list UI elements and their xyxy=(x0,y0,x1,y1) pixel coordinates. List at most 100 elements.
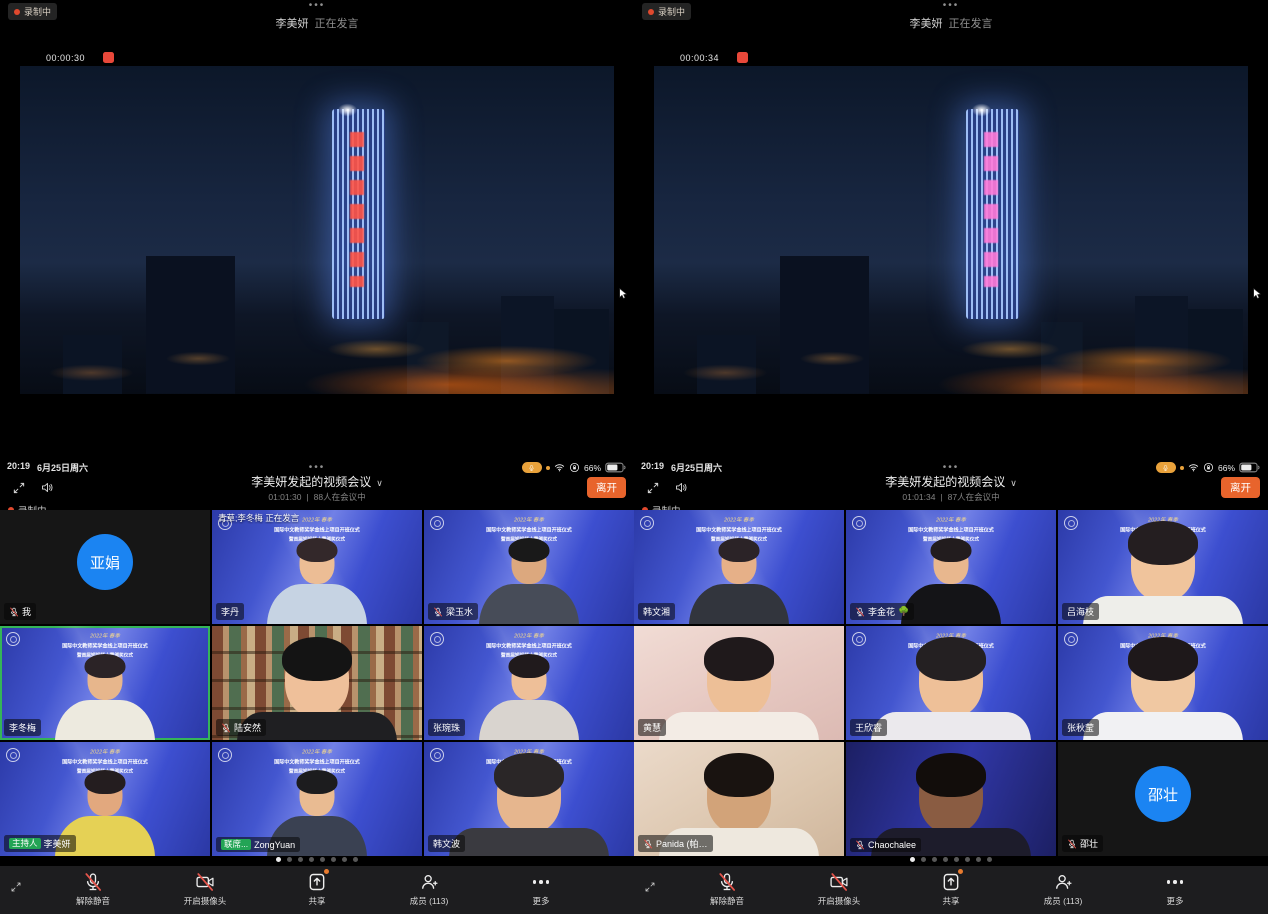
battery-percent: 66% xyxy=(584,463,601,473)
meeting-title-block[interactable]: 李美妍发起的视频会议∨ 01:01:34|87人在会议中 xyxy=(634,473,1268,503)
bottom-toolbar: 解除静音 开启摄像头 共享 成员 (113) 更多 xyxy=(0,866,634,914)
recording-badge[interactable]: 录制中 xyxy=(8,3,57,20)
mouse-cursor-icon xyxy=(617,286,630,301)
mic-muted-icon xyxy=(1067,839,1077,849)
participant-tile[interactable]: 2022年 春季国际中文教师奖学金线上项目开班仪式暨首届短视频大赛颁奖仪式 韩文… xyxy=(634,510,844,624)
collapse-toolbar-icon[interactable] xyxy=(644,881,656,893)
mic-muted-icon xyxy=(83,872,103,892)
participants-count: 88人在会议中 xyxy=(314,492,366,502)
participant-nameplate: 张秋莹 xyxy=(1062,719,1099,736)
mic-in-use-pill xyxy=(1156,462,1176,473)
participant-nameplate: 张琬珠 xyxy=(428,719,465,736)
participant-tile[interactable]: 2022年 春季国际中文教师奖学金线上项目开班仪式暨首届短视频大赛颁奖仪式 李金… xyxy=(846,510,1056,624)
participant-name: Chaochalee xyxy=(868,840,916,850)
participant-tile-active-speaker[interactable]: 2022年 春季国际中文教师奖学金线上项目开班仪式暨首届短视频大赛颁奖仪式 李冬… xyxy=(0,626,210,740)
participant-tile[interactable]: 2022年 春季国际中文教师奖学金线上项目开班仪式暨首届短视频大赛颁奖仪式 张琬… xyxy=(424,626,634,740)
share-button[interactable]: 共享 xyxy=(261,872,373,914)
participant-nameplate: Chaochalee xyxy=(850,838,921,852)
participant-tile[interactable]: 2022年 春季国际中文教师奖学金线上项目开班仪式暨首届短视频大赛颁奖仪式 吕海… xyxy=(1058,510,1268,624)
participant-name: 黄慧 xyxy=(643,721,661,734)
shared-screen-video[interactable] xyxy=(654,66,1248,394)
participant-tile[interactable]: 2022年 春季国际中文教师奖学金线上项目开班仪式暨首届短视频大赛颁奖仪式 王欣… xyxy=(846,626,1056,740)
participant-name: 梁玉水 xyxy=(446,605,473,618)
status-date: 6月25日周六 xyxy=(37,461,88,474)
more-button[interactable]: 更多 xyxy=(1119,872,1231,914)
page-dots[interactable] xyxy=(0,857,634,862)
share-active-dot xyxy=(958,869,963,874)
participant-tile-cohost[interactable]: 2022年 春季国际中文教师奖学金线上项目开班仪式暨首届短视频大赛颁奖仪式 联席… xyxy=(212,742,422,856)
mic-muted-icon xyxy=(9,607,19,617)
camera-on-button[interactable]: 开启摄像头 xyxy=(149,872,261,914)
shared-screen-video[interactable] xyxy=(20,66,614,394)
more-dots-icon xyxy=(533,872,550,892)
meeting-screen-left: 录制中 ••• 李美妍正在发言 00:00:30 20:196月25日周六 ••… xyxy=(0,0,634,914)
speaker-status: 正在发言 xyxy=(315,18,359,30)
chevron-down-icon: ∨ xyxy=(1010,478,1017,488)
meeting-title-block[interactable]: 李美妍发起的视频会议∨ 01:01:30|88人在会议中 xyxy=(0,473,634,503)
camera-off-icon xyxy=(829,872,849,892)
mic-muted-icon xyxy=(855,607,865,617)
leave-button[interactable]: 离开 xyxy=(587,477,626,498)
participant-nameplate: 联席...ZongYuan xyxy=(216,837,300,852)
participant-name: 韩文湘 xyxy=(643,605,670,618)
meeting-title-bar: 李美妍发起的视频会议∨ 01:01:30|88人在会议中 离开 xyxy=(0,474,634,501)
collapse-toolbar-icon[interactable] xyxy=(10,881,22,893)
meeting-title: 李美妍发起的视频会议 xyxy=(885,475,1005,489)
participant-tile[interactable]: 2022年 春季国际中文教师奖学金线上项目开班仪式暨首届短视频大赛颁奖仪式 梁玉… xyxy=(424,510,634,624)
stop-recording-button[interactable] xyxy=(737,52,748,63)
participant-name: 张秋莹 xyxy=(1067,721,1094,734)
participant-grid: 2022年 春季国际中文教师奖学金线上项目开班仪式暨首届短视频大赛颁奖仪式 韩文… xyxy=(634,510,1268,856)
share-button[interactable]: 共享 xyxy=(895,872,1007,914)
battery-icon xyxy=(1239,462,1261,473)
chevron-down-icon: ∨ xyxy=(376,478,383,488)
participant-tile[interactable]: 2022年 春季国际中文教师奖学金线上项目开班仪式暨首届短视频大赛颁奖仪式 青草… xyxy=(212,510,422,624)
participant-tile[interactable]: Panida (帕… xyxy=(634,742,844,856)
mic-muted-icon xyxy=(855,840,865,850)
speaking-indicator: 青草;李冬梅 正在发言 xyxy=(218,512,418,524)
page-dots[interactable] xyxy=(634,857,1268,862)
participant-tile[interactable]: 2022年 春季国际中文教师奖学金线上项目开班仪式暨首届短视频大赛颁奖仪式 张秋… xyxy=(1058,626,1268,740)
stop-recording-button[interactable] xyxy=(103,52,114,63)
unmute-button[interactable]: 解除静音 xyxy=(671,872,783,914)
participant-name: 李金花 xyxy=(868,605,895,618)
members-button[interactable]: 成员 (113) xyxy=(373,872,485,914)
participant-tile-host[interactable]: 2022年 春季国际中文教师奖学金线上项目开班仪式暨首届短视频大赛颁奖仪式 主持… xyxy=(0,742,210,856)
top-menu-dots-icon[interactable]: ••• xyxy=(634,0,1268,11)
top-menu-dots-icon[interactable]: ••• xyxy=(0,0,634,11)
members-button[interactable]: 成员 (113) xyxy=(1007,872,1119,914)
active-speaker-banner: 李美妍正在发言 xyxy=(634,15,1268,31)
active-speaker-banner: 李美妍正在发言 xyxy=(0,15,634,31)
recording-badge[interactable]: 录制中 xyxy=(642,3,691,20)
participant-tile[interactable]: 亚娟 我 xyxy=(0,510,210,624)
mic-in-use-pill xyxy=(522,462,542,473)
participant-tile[interactable]: Chaochalee xyxy=(846,742,1056,856)
orange-dot-indicator xyxy=(1180,466,1184,470)
participant-name: 吕海枝 xyxy=(1067,605,1094,618)
participant-nameplate: 陆安然 xyxy=(216,719,266,736)
city-lights xyxy=(654,276,1248,394)
participant-name: 李冬梅 xyxy=(9,721,36,734)
participant-nameplate: 李金花🌳 xyxy=(850,603,914,620)
participant-tile[interactable]: 2022年 春季国际中文教师奖学金线上项目开班仪式暨首届短视频大赛颁奖仪式 韩文… xyxy=(424,742,634,856)
members-icon xyxy=(419,872,439,892)
camera-on-button[interactable]: 开启摄像头 xyxy=(783,872,895,914)
participant-nameplate: 韩文湘 xyxy=(638,603,675,620)
more-button[interactable]: 更多 xyxy=(485,872,597,914)
orientation-lock-icon xyxy=(1203,462,1214,473)
share-screen-icon xyxy=(941,872,961,892)
leave-button[interactable]: 离开 xyxy=(1221,477,1260,498)
mic-muted-icon xyxy=(643,839,653,849)
share-active-dot xyxy=(324,869,329,874)
orange-dot-indicator xyxy=(546,466,550,470)
participant-nameplate: 李冬梅 xyxy=(4,719,41,736)
participant-name: 我 xyxy=(22,605,31,618)
participant-tile[interactable]: 陆安然 xyxy=(212,626,422,740)
participant-name: 邵壮 xyxy=(1080,837,1098,850)
participant-nameplate: 李丹 xyxy=(216,603,244,620)
participant-tile[interactable]: 黄慧 xyxy=(634,626,844,740)
participant-nameplate: 王欣睿 xyxy=(850,719,887,736)
participant-tile[interactable]: 邵壮 邵壮 xyxy=(1058,742,1268,856)
tree-emoji: 🌳 xyxy=(898,606,909,617)
unmute-button[interactable]: 解除静音 xyxy=(37,872,149,914)
participant-name: 王欣睿 xyxy=(855,721,882,734)
